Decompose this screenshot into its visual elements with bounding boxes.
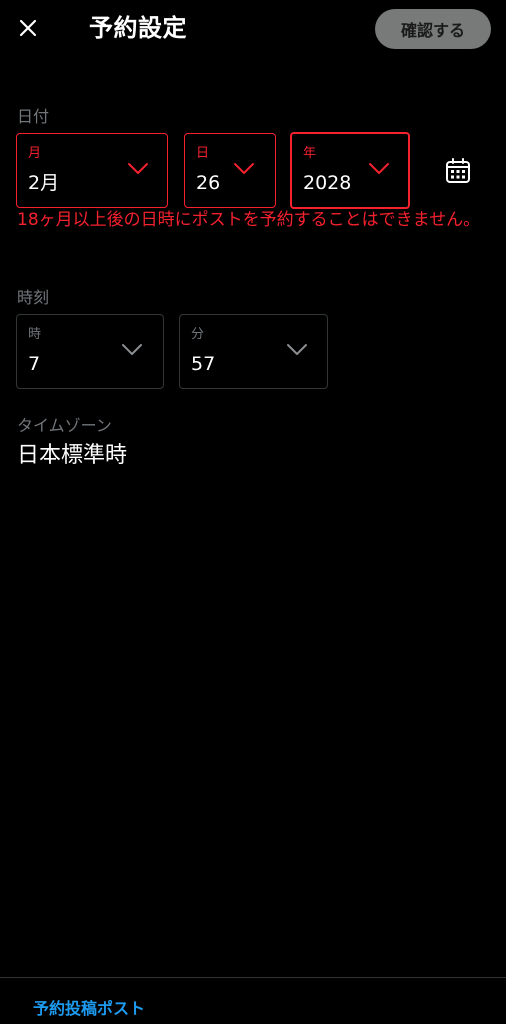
month-select[interactable]: 月 2月 <box>16 133 168 208</box>
close-icon <box>19 19 37 37</box>
chevron-down-icon <box>369 163 389 174</box>
time-section-label: 時刻 <box>17 288 50 307</box>
day-select-label: 日 <box>196 146 210 161</box>
date-section-label: 日付 <box>17 107 50 126</box>
scheduled-posts-link[interactable]: 予約投稿ポスト <box>33 997 145 1021</box>
month-select-label: 月 <box>28 146 42 161</box>
timezone-value: 日本標準時 <box>17 443 128 468</box>
confirm-button[interactable]: 確認する <box>375 9 491 49</box>
hour-select[interactable]: 時 7 <box>16 314 164 389</box>
calendar-icon[interactable] <box>444 157 472 185</box>
page-title: 予約設定 <box>89 14 187 42</box>
timezone-label: タイムゾーン <box>17 416 112 435</box>
chevron-down-icon <box>234 163 254 174</box>
header: 予約設定 確認する <box>0 0 506 60</box>
chevron-down-icon <box>122 344 142 355</box>
minute-select-label: 分 <box>191 327 205 342</box>
date-error-message: 18ヶ月以上後の日時にポストを予約することはできません。 <box>17 210 481 230</box>
hour-select-value: 7 <box>28 353 41 375</box>
year-select-value: 2028 <box>303 172 352 194</box>
chevron-down-icon <box>128 163 148 174</box>
hour-select-label: 時 <box>28 327 42 342</box>
year-select-label: 年 <box>303 146 317 161</box>
day-select-value: 26 <box>196 172 221 194</box>
day-select[interactable]: 日 26 <box>184 133 276 208</box>
chevron-down-icon <box>287 344 307 355</box>
minute-select[interactable]: 分 57 <box>179 314 328 389</box>
year-select[interactable]: 年 2028 <box>290 132 410 209</box>
footer-divider <box>0 977 506 978</box>
minute-select-value: 57 <box>191 353 216 375</box>
close-button[interactable] <box>10 10 46 46</box>
month-select-value: 2月 <box>28 172 60 194</box>
